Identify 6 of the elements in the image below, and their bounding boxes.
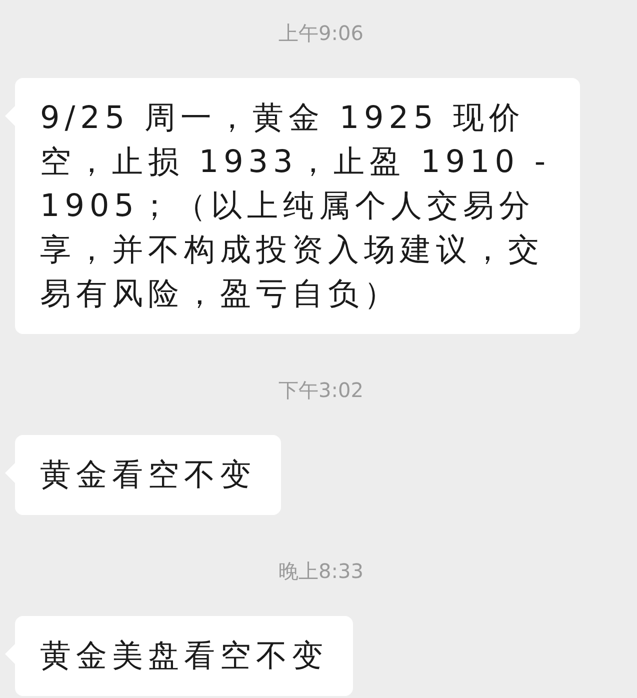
message-bubble: 黄金美盘看空不变 [15,616,353,696]
timestamp: 上午9:06 [278,20,364,46]
message-bubble: 黄金看空不变 [15,435,281,515]
message-bubble: 9/25 周一，黄金 1925 现价空，止损 1933，止盈 1910 - 1905；（以上纯属个人交易分享，并不构成投资入场建议，交易有风险，盈亏自负） [15,78,580,334]
timestamp: 下午3:02 [278,377,364,403]
timestamp: 晚上8:33 [278,558,364,584]
